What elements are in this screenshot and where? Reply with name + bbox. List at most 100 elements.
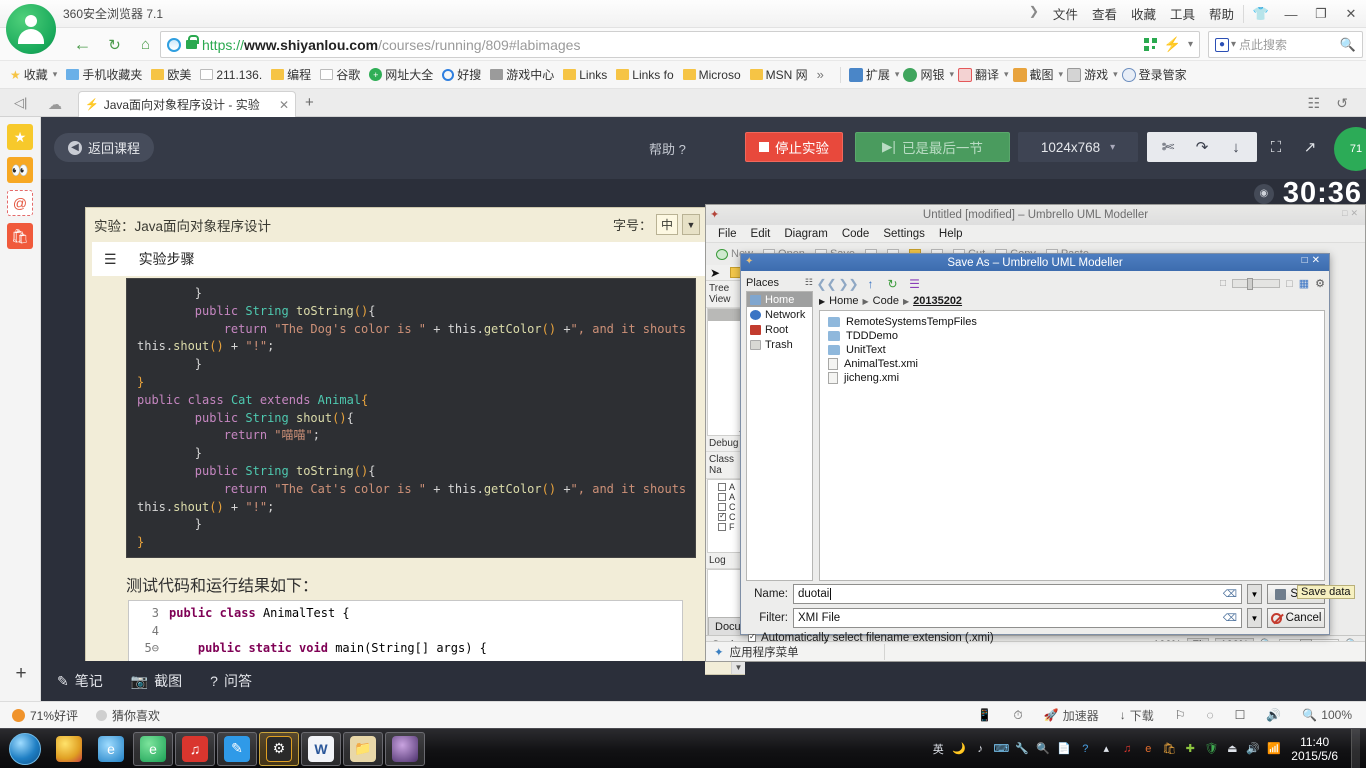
file-row[interactable]: AnimalTest.xmi — [828, 357, 1324, 371]
lightning-icon[interactable]: ⚡ — [1164, 36, 1181, 53]
umbrello-window-controls[interactable]: □✕ — [1342, 208, 1361, 219]
breadcrumb-code[interactable]: Code — [873, 295, 899, 307]
checkbox-icon[interactable] — [718, 503, 726, 511]
forward-icon[interactable]: ❯❯ — [838, 276, 858, 291]
file-row[interactable]: RemoteSystemsTempFiles — [828, 315, 1324, 329]
places-list[interactable]: Home Network Root Trash — [746, 291, 813, 581]
clear-icon[interactable]: ⌫ — [1223, 613, 1237, 624]
shop-tray-icon[interactable]: 🛍 — [1161, 741, 1177, 757]
font-size-value[interactable]: 中 — [656, 214, 678, 235]
filename-history-dropdown[interactable]: ▼ — [1247, 584, 1262, 604]
network-icon[interactable]: 📶 — [1266, 741, 1282, 757]
tools-icon[interactable]: 🔧 — [1014, 741, 1030, 757]
search-engine-chevron-icon[interactable]: ▾ — [1231, 39, 1236, 50]
keyboard-icon[interactable]: ⌨ — [993, 741, 1009, 757]
file-row[interactable]: jicheng.xmi — [828, 371, 1324, 385]
chevron-down-icon[interactable]: ▾ — [1188, 39, 1193, 50]
bookmark-biancheng[interactable]: 编程 — [271, 66, 311, 83]
breadcrumb-arrow-icon[interactable]: ▶ — [819, 297, 825, 306]
reload-icon[interactable]: ↻ — [885, 276, 900, 291]
guess-item[interactable]: 猜你喜欢 — [96, 707, 160, 724]
bookmark-oumei[interactable]: 欧美 — [151, 66, 191, 83]
place-home[interactable]: Home — [747, 292, 812, 307]
star-icon[interactable]: ★ — [7, 124, 33, 150]
bookmark-wangzhidaquan[interactable]: + 网址大全 — [369, 66, 433, 83]
extension-youxi[interactable]: 游戏 ▾ — [1067, 66, 1118, 83]
chevron-down-icon[interactable]: ▾ — [1113, 69, 1118, 80]
file-row[interactable]: TDDDemo — [828, 329, 1324, 343]
qa-button[interactable]: ? 问答 — [210, 671, 252, 691]
icon-size-knob[interactable] — [1247, 278, 1254, 290]
taskbar-netease-music[interactable]: ♫ — [175, 731, 215, 766]
minimize-button[interactable]: — — [1276, 0, 1306, 28]
netease-tray-icon[interactable]: ♫ — [1119, 741, 1135, 757]
umbrello-app-menu[interactable]: ✦ 应用程序菜单 — [706, 641, 1365, 661]
taskbar-word[interactable]: W — [301, 731, 341, 766]
umbrello-menu-diagram[interactable]: Diagram — [784, 228, 827, 240]
scissors-icon[interactable]: ✄ — [1151, 132, 1185, 162]
places-config-icon[interactable]: ☷ — [805, 277, 813, 288]
umbrello-menu-file[interactable]: File — [718, 228, 737, 240]
document-icon[interactable]: 📄 — [1056, 741, 1072, 757]
scroll-down-icon[interactable]: ▼ — [732, 661, 745, 674]
checkbox-icon[interactable] — [718, 483, 726, 491]
magnifier-icon[interactable]: 🔍 — [1035, 741, 1051, 757]
checkbox-icon[interactable] — [718, 523, 726, 531]
taskbar-vmware[interactable]: ⚙ — [259, 731, 299, 766]
add-sidebar-icon[interactable]: + — [8, 661, 34, 687]
baidu-paw-icon[interactable]: ● — [1215, 37, 1229, 52]
place-trash[interactable]: Trash — [747, 337, 812, 352]
bookmark-youxizhongxin[interactable]: 游戏中心 — [490, 66, 554, 83]
back-button[interactable]: ← — [70, 32, 95, 57]
search-icon[interactable]: 🔍 — [1340, 37, 1356, 53]
bookmarks-overflow-icon[interactable]: » — [817, 67, 824, 82]
resolution-select[interactable]: 1024x768 ▾ — [1018, 132, 1138, 162]
umbrello-menu-settings[interactable]: Settings — [883, 228, 925, 240]
user-avatar[interactable] — [6, 4, 56, 54]
breadcrumb-current[interactable]: 20135202 — [913, 295, 962, 307]
eject-icon[interactable]: ⏏ — [1224, 741, 1240, 757]
extension-denglu[interactable]: 登录管家 — [1121, 66, 1187, 83]
menu-overflow-chevron-icon[interactable]: ❯ — [1029, 4, 1039, 23]
shield-icon[interactable]: 🛡 — [1203, 741, 1219, 757]
bookmark-google[interactable]: 谷歌 — [320, 66, 360, 83]
cancel-button[interactable]: Cancel — [1267, 608, 1325, 628]
umbrello-menu-code[interactable]: Code — [842, 228, 870, 240]
tab-scroll-left-icon[interactable]: ◁| — [14, 95, 27, 111]
parent-folder-icon[interactable]: ↑ — [863, 276, 878, 291]
bookmark-links-fo[interactable]: Links fo — [616, 68, 674, 82]
cloud-icon[interactable]: ☁ — [48, 96, 62, 113]
stop-lab-button[interactable]: 停止实验 — [745, 132, 843, 162]
tray-expand-icon[interactable]: ▴ — [1098, 741, 1114, 757]
font-size-chevron-icon[interactable]: ▼ — [682, 214, 700, 235]
bookmark-links[interactable]: Links — [563, 68, 607, 82]
tab-active[interactable]: ⚡ Java面向对象程序设计 - 实验 ✕ — [78, 91, 296, 117]
settings-icon[interactable]: ⚙ — [1315, 277, 1325, 290]
download-icon[interactable]: ↓ — [1219, 132, 1253, 162]
menu-item-view[interactable]: 查看 — [1092, 4, 1117, 23]
file-list[interactable]: RemoteSystemsTempFiles TDDDemo UnitText … — [819, 310, 1325, 581]
back-icon[interactable]: ❮❮ — [816, 276, 836, 291]
checkbox-icon[interactable] — [748, 632, 756, 642]
eye-icon[interactable]: ◉ — [1253, 183, 1274, 204]
save-dialog-window-controls[interactable]: □✕ — [1302, 255, 1324, 266]
window-split-icon[interactable]: ☷ — [1307, 95, 1320, 112]
extension-kuozhan[interactable]: 扩展 ▾ — [848, 66, 900, 83]
taskbar-clock[interactable]: 11:40 2015/5/6 — [1287, 735, 1346, 763]
icon-size-slider[interactable] — [1232, 278, 1281, 290]
notes-button[interactable]: ✎ 笔记 — [57, 671, 103, 691]
volume-icon[interactable]: 🔊 — [1245, 741, 1261, 757]
screenshot-button[interactable]: 📷 截图 — [131, 671, 182, 691]
zoom-item[interactable]: 🔍 100% — [1302, 708, 1352, 722]
chevron-down-icon[interactable]: ▾ — [53, 69, 58, 80]
bookmark-favorites[interactable]: ★ 收藏 ▾ — [10, 66, 57, 83]
taskbar-umbrello[interactable] — [385, 731, 425, 766]
weibo-icon[interactable]: 👀 — [7, 157, 33, 183]
view-options-icon[interactable]: ▦ — [1299, 277, 1309, 290]
filter-dropdown[interactable]: ▼ — [1247, 608, 1262, 628]
mobile-view-icon[interactable]: 📱 — [977, 708, 992, 722]
clear-icon[interactable]: ⌫ — [1223, 589, 1237, 600]
fullscreen-icon[interactable]: ⛶ — [1259, 132, 1293, 162]
address-bar[interactable]: https://www.shiyanlou.com/courses/runnin… — [160, 31, 1200, 58]
chevron-down-icon[interactable]: ▾ — [895, 69, 900, 80]
